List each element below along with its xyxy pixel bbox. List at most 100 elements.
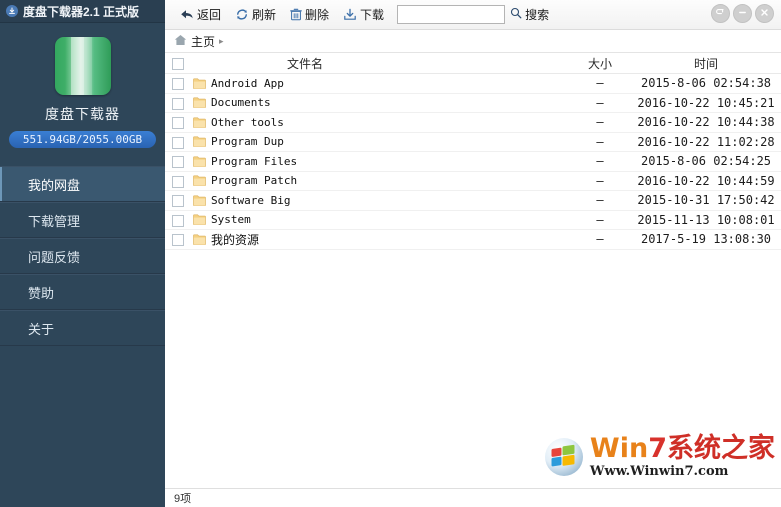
row-checkbox[interactable] — [172, 175, 184, 188]
file-size-cell: – — [569, 171, 631, 191]
trash-icon — [290, 8, 302, 21]
column-header-time[interactable]: 时间 — [631, 53, 781, 74]
restore-icon — [716, 8, 725, 20]
sidebar-item-label: 我的网盘 — [28, 177, 81, 193]
table-row[interactable]: Program Files –2015-8-06 02:54:25 — [165, 151, 781, 172]
storage-quota-badge: 551.94GB/2055.00GB — [8, 131, 157, 148]
sidebar-item-donate[interactable]: 赞助 — [0, 274, 165, 310]
application-window: 度盘下载器2.1 正式版 度盘下载器 551.94GB/2055.00GB 我的… — [0, 0, 781, 507]
file-size-cell: – — [569, 73, 631, 94]
table-row[interactable]: 我的资源 –2017-5-19 13:08:30 — [165, 229, 781, 250]
table-row[interactable]: Documents –2016-10-22 10:45:21 — [165, 93, 781, 113]
row-select-cell — [165, 132, 191, 152]
file-time-cell: 2016-10-22 10:45:21 — [631, 93, 781, 113]
sidebar-item-about[interactable]: 关于 — [0, 310, 165, 346]
window-title-bar: 度盘下载器2.1 正式版 — [0, 0, 165, 23]
file-time-cell: 2015-10-31 17:50:42 — [631, 190, 781, 211]
row-checkbox[interactable] — [172, 136, 184, 149]
row-checkbox[interactable] — [172, 234, 184, 247]
search-input[interactable] — [397, 5, 506, 24]
row-select-cell — [165, 93, 191, 113]
back-button[interactable]: 返回 — [173, 4, 228, 26]
sidebar: 度盘下载器2.1 正式版 度盘下载器 551.94GB/2055.00GB 我的… — [0, 0, 165, 507]
file-size-cell: – — [569, 210, 631, 230]
file-size-cell: – — [569, 112, 631, 133]
file-name-cell: Android App — [191, 73, 569, 94]
row-select-cell — [165, 73, 191, 94]
file-size-cell: – — [569, 132, 631, 152]
file-list: 文件名 大小 时间 Android App –2015-8-06 02:54:38… — [165, 53, 781, 488]
refresh-button-label: 刷新 — [252, 8, 277, 22]
folder-icon — [193, 78, 206, 89]
file-time-cell: 2015-8-06 02:54:38 — [631, 73, 781, 94]
breadcrumb-separator-icon: ▸ — [219, 35, 224, 46]
refresh-button[interactable]: 刷新 — [228, 4, 283, 26]
file-time-cell: 2016-10-22 11:02:28 — [631, 132, 781, 152]
file-name-label: Android App — [211, 76, 284, 90]
sidebar-item-feedback[interactable]: 问题反馈 — [0, 238, 165, 274]
file-size-cell: – — [569, 190, 631, 211]
folder-icon — [193, 175, 206, 187]
table-row[interactable]: System –2015-11-13 10:08:01 — [165, 210, 781, 230]
row-checkbox[interactable] — [172, 214, 184, 227]
sidebar-item-label: 问题反馈 — [28, 249, 81, 265]
row-checkbox[interactable] — [172, 117, 184, 130]
row-checkbox[interactable] — [172, 195, 184, 208]
folder-icon — [193, 136, 206, 148]
file-name-cell: 我的资源 — [191, 229, 569, 250]
file-name-label: Program Dup — [211, 135, 284, 149]
select-all-header — [165, 53, 191, 74]
table-row[interactable]: Software Big –2015-10-31 17:50:42 — [165, 190, 781, 211]
status-bar: 9项 — [165, 488, 781, 507]
window-title: 度盘下载器2.1 正式版 — [23, 4, 140, 19]
file-time-cell: 2016-10-22 10:44:59 — [631, 171, 781, 191]
app-name: 度盘下载器 — [45, 106, 120, 122]
file-table: 文件名 大小 时间 Android App –2015-8-06 02:54:38… — [165, 53, 781, 250]
row-select-cell — [165, 151, 191, 172]
delete-button[interactable]: 删除 — [283, 4, 336, 26]
breadcrumb: 主页 ▸ — [165, 30, 781, 53]
folder-icon — [193, 117, 206, 128]
sidebar-item-label: 赞助 — [28, 285, 55, 301]
table-row[interactable]: Android App –2015-8-06 02:54:38 — [165, 73, 781, 94]
file-name-cell: Documents — [191, 93, 569, 113]
item-count-label: 9项 — [174, 493, 192, 505]
download-button-label: 下载 — [360, 8, 385, 22]
download-button[interactable]: 下载 — [336, 4, 391, 26]
restore-button[interactable] — [711, 4, 730, 23]
row-select-cell — [165, 112, 191, 133]
row-select-cell — [165, 171, 191, 191]
back-arrow-icon — [180, 8, 194, 21]
row-checkbox[interactable] — [172, 97, 184, 110]
select-all-checkbox[interactable] — [172, 57, 184, 70]
folder-icon — [193, 156, 206, 167]
file-size-cell: – — [569, 229, 631, 250]
sidebar-item-label: 关于 — [28, 321, 55, 337]
main-panel: 返回 刷新 删除 下载 搜索 主页 ▸ 文件名 大小 时间 Android Ap… — [165, 0, 781, 507]
brand-block: 度盘下载器 551.94GB/2055.00GB — [0, 23, 165, 148]
folder-icon — [193, 195, 206, 206]
row-select-cell — [165, 190, 191, 211]
file-time-cell: 2015-8-06 02:54:25 — [631, 151, 781, 172]
sidebar-item-label: 下载管理 — [28, 213, 81, 229]
sidebar-item-my-netdisk[interactable]: 我的网盘 — [0, 166, 165, 202]
column-header-name[interactable]: 文件名 — [191, 53, 569, 74]
folder-icon — [193, 214, 206, 226]
sidebar-item-download-manager[interactable]: 下载管理 — [0, 202, 165, 238]
row-checkbox[interactable] — [172, 156, 184, 169]
close-button[interactable] — [755, 4, 774, 23]
file-time-cell: 2017-5-19 13:08:30 — [631, 229, 781, 250]
home-icon[interactable] — [174, 34, 187, 49]
window-controls — [711, 4, 774, 23]
column-header-size[interactable]: 大小 — [569, 53, 631, 74]
file-name-cell: Software Big — [191, 190, 569, 211]
file-name-cell: System — [191, 210, 569, 230]
minimize-button[interactable] — [733, 4, 752, 23]
table-row[interactable]: Program Dup –2016-10-22 11:02:28 — [165, 132, 781, 152]
file-time-cell: 2015-11-13 10:08:01 — [631, 210, 781, 230]
breadcrumb-item-home[interactable]: 主页 — [191, 33, 215, 50]
row-checkbox[interactable] — [172, 78, 184, 91]
table-row[interactable]: Program Patch –2016-10-22 10:44:59 — [165, 171, 781, 191]
search-button[interactable]: 搜索 — [510, 6, 549, 23]
table-row[interactable]: Other tools –2016-10-22 10:44:38 — [165, 112, 781, 133]
